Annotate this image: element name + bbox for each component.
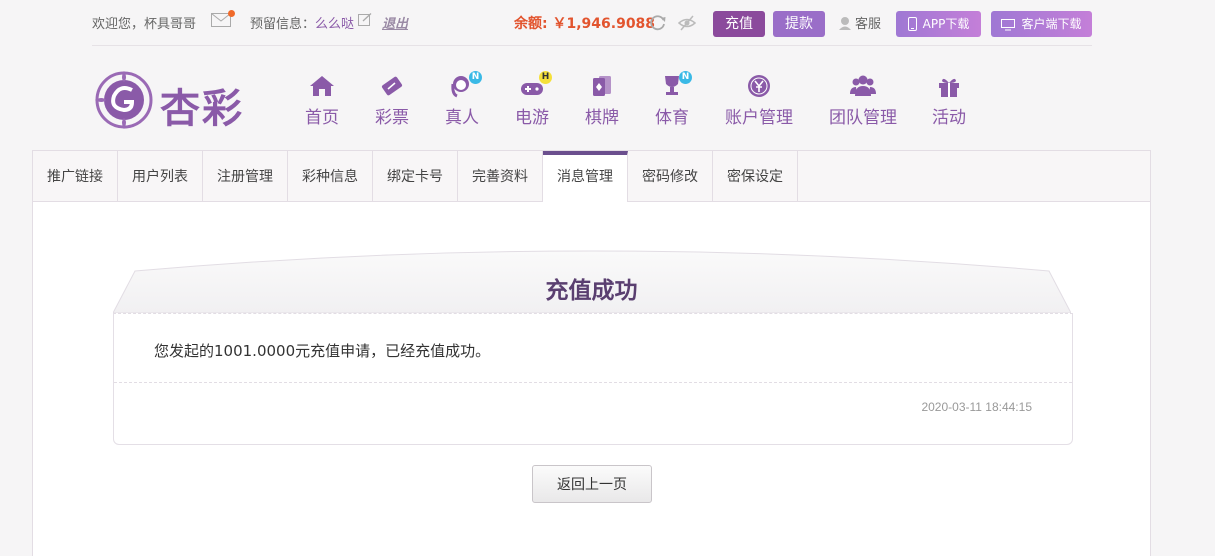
top-bar: 欢迎您，杯具哥哥 预留信息：么么哒 退出 余额: ￥1,946.9088 充值 … [92, 0, 1092, 46]
nav-item-events[interactable]: 活动 [932, 74, 966, 128]
nav-label: 首页 [305, 108, 339, 128]
service-avatar-icon [839, 17, 851, 30]
edit-icon[interactable] [358, 13, 372, 27]
nav-item-sports[interactable]: N 体育 [655, 71, 692, 128]
message-title: 充值成功 [545, 278, 638, 304]
yuan-coin-icon [748, 75, 770, 97]
balance-text: 余额: ￥1,946.9088 [514, 16, 656, 32]
monitor-icon [1001, 19, 1016, 31]
nav-label: 彩票 [375, 108, 409, 128]
logo-text: 杏彩 [160, 85, 244, 132]
tab-security-question[interactable]: 密保设定 [713, 151, 798, 202]
nav-label: 电游 [515, 108, 549, 128]
team-icon [850, 75, 876, 96]
logout-link[interactable]: 退出 [382, 13, 408, 32]
service-label: 客服 [855, 17, 882, 32]
welcome-text: 欢迎您，杯具哥哥 [92, 17, 197, 32]
client-download-button[interactable]: 客户端下载 [991, 11, 1092, 37]
site-logo[interactable]: 杏彩 [92, 68, 244, 132]
sub-tabs: 推广链接 用户列表 注册管理 彩种信息 绑定卡号 完善资料 消息管理 密码修改 … [33, 151, 1150, 202]
content-panel: 推广链接 用户列表 注册管理 彩种信息 绑定卡号 完善资料 消息管理 密码修改 … [32, 150, 1151, 556]
gift-icon [939, 78, 959, 97]
nav-badge: N [679, 71, 692, 84]
message-body: 您发起的1001.0000元充值申请，已经充值成功。 [154, 342, 491, 360]
recharge-button[interactable]: 充值 [713, 11, 765, 37]
app-download-button[interactable]: APP下载 [896, 11, 981, 37]
message-time: 2020-03-11 18:44:15 [921, 400, 1032, 414]
reserve-value: 么么哒 [315, 17, 355, 32]
app-download-label: APP下载 [922, 17, 970, 31]
back-button[interactable]: 返回上一页 [532, 465, 652, 503]
tab-bind-card[interactable]: 绑定卡号 [373, 151, 458, 202]
tab-profile[interactable]: 完善资料 [458, 151, 543, 202]
client-download-label: 客户端下载 [1021, 17, 1082, 31]
tab-lottery-info[interactable]: 彩种信息 [288, 151, 373, 202]
reserve-label: 预留信息： [250, 17, 316, 32]
nav-item-team[interactable]: 团队管理 [829, 74, 897, 128]
nav-item-home[interactable]: 首页 [305, 74, 339, 128]
refresh-icon[interactable] [649, 14, 667, 32]
logo-emblem-icon [95, 71, 153, 129]
nav-label: 团队管理 [829, 108, 897, 128]
nav-item-live[interactable]: N 真人 [445, 71, 482, 128]
nav-badge: H [539, 71, 552, 84]
cards-icon [593, 76, 611, 96]
ticket-icon [381, 76, 403, 96]
home-icon [310, 76, 334, 96]
message-card: 您发起的1001.0000元充值申请，已经充值成功。 2020-03-11 18… [113, 313, 1073, 445]
unread-dot [228, 10, 235, 17]
nav-item-lottery[interactable]: 彩票 [375, 74, 409, 128]
nav-item-account[interactable]: 账户管理 [725, 74, 793, 128]
tab-password[interactable]: 密码修改 [628, 151, 713, 202]
nav-badge: N [469, 71, 482, 84]
egames-icon-wrap: H [519, 71, 552, 98]
tab-user-list[interactable]: 用户列表 [118, 151, 203, 202]
nav-label: 真人 [445, 108, 479, 128]
nav-label: 账户管理 [725, 108, 793, 128]
tab-promo-link[interactable]: 推广链接 [33, 151, 118, 202]
nav-label: 活动 [932, 108, 966, 128]
nav-label: 体育 [655, 108, 689, 128]
reserve-info: 预留信息：么么哒 [250, 13, 354, 32]
tab-register-mgmt[interactable]: 注册管理 [203, 151, 288, 202]
nav-item-cards[interactable]: 棋牌 [585, 74, 619, 128]
withdraw-button[interactable]: 提款 [773, 11, 825, 37]
nav-item-egames[interactable]: H 电游 [515, 71, 552, 128]
live-icon-wrap: N [449, 71, 482, 98]
customer-service-link[interactable]: 客服 [838, 13, 881, 32]
sports-icon-wrap: N [659, 71, 692, 98]
nav-label: 棋牌 [585, 108, 619, 128]
card-divider [114, 382, 1072, 383]
phone-icon [907, 17, 917, 31]
hide-balance-icon[interactable] [678, 14, 696, 32]
tab-messages[interactable]: 消息管理 [543, 151, 628, 202]
